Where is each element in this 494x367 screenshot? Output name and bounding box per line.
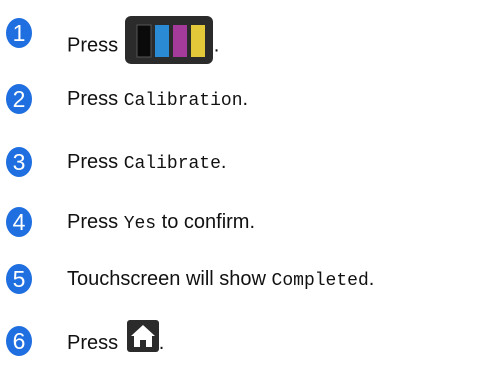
status-completed: Completed bbox=[271, 271, 369, 291]
step-text: Press Yes to confirm. bbox=[67, 207, 255, 237]
step-text: Press Calibrate. bbox=[67, 147, 226, 177]
button-name-yes: Yes bbox=[123, 214, 157, 234]
button-name-calibration: Calibration bbox=[123, 91, 243, 111]
step-2: 2 Press Calibration. bbox=[0, 84, 494, 114]
step-prefix: Press bbox=[67, 151, 119, 173]
step-prefix: Press bbox=[67, 88, 119, 110]
step-text: Press . bbox=[67, 16, 219, 64]
step-suffix: . bbox=[242, 88, 249, 110]
step-1: 1 Press . bbox=[0, 16, 494, 64]
step-suffix: . bbox=[368, 268, 375, 290]
step-text: Press . bbox=[67, 320, 165, 356]
ink-cartridges-icon[interactable] bbox=[124, 16, 214, 74]
step-suffix: to confirm. bbox=[161, 211, 256, 233]
step-number-badge: 3 bbox=[6, 147, 32, 177]
step-number-badge: 6 bbox=[6, 326, 32, 356]
step-text: Press Calibration. bbox=[67, 84, 248, 114]
step-number-badge: 2 bbox=[6, 84, 32, 114]
step-number-badge: 1 bbox=[6, 18, 32, 48]
home-icon[interactable] bbox=[124, 320, 159, 361]
step-number-badge: 5 bbox=[6, 264, 32, 294]
step-number-badge: 4 bbox=[6, 207, 32, 237]
step-text: Touchscreen will show Completed. bbox=[67, 264, 374, 294]
step-6: 6 Press . bbox=[0, 320, 494, 356]
step-5: 5 Touchscreen will show Completed. bbox=[0, 264, 494, 294]
step-suffix: . bbox=[220, 151, 227, 173]
step-4: 4 Press Yes to confirm. bbox=[0, 207, 494, 237]
step-prefix: Press bbox=[67, 34, 119, 57]
step-3: 3 Press Calibrate. bbox=[0, 147, 494, 177]
step-suffix: . bbox=[158, 331, 165, 354]
step-suffix: . bbox=[213, 34, 220, 57]
step-prefix: Press bbox=[67, 211, 119, 233]
button-name-calibrate: Calibrate bbox=[123, 154, 221, 174]
step-prefix: Touchscreen will show bbox=[67, 268, 266, 290]
step-prefix: Press bbox=[67, 331, 119, 354]
